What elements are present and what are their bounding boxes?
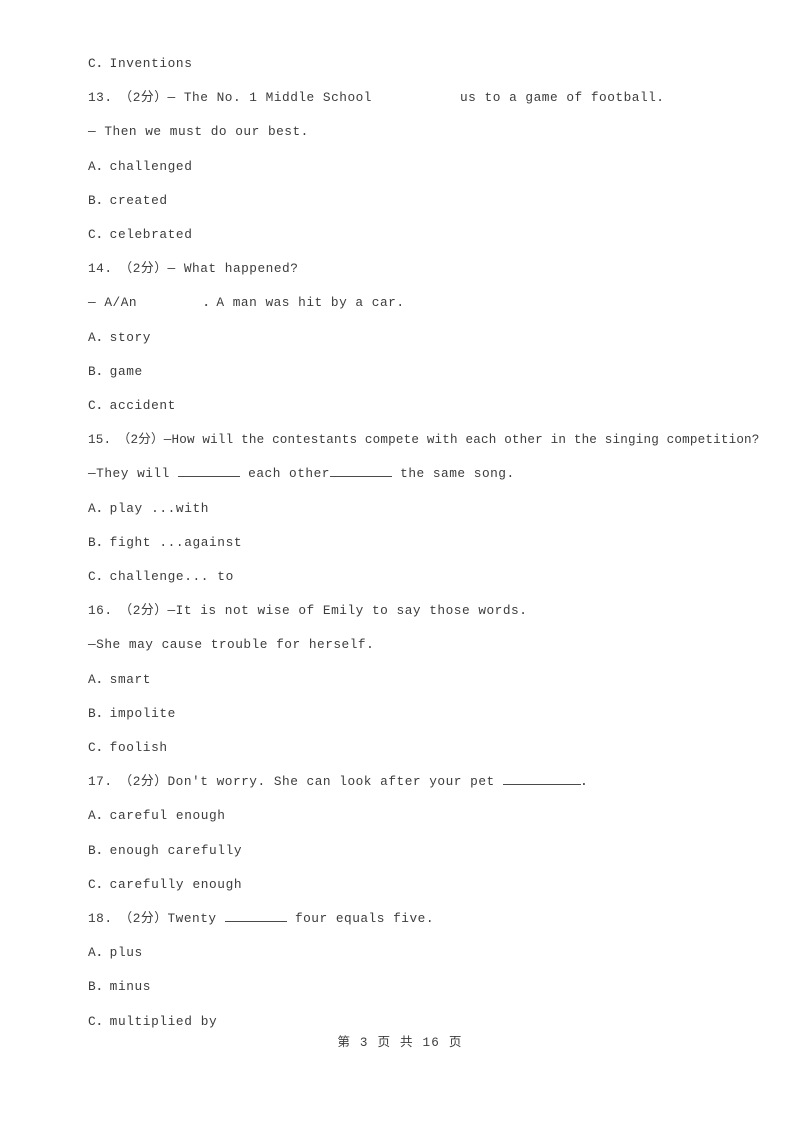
- question-reply: —She may cause trouble for herself.: [88, 637, 375, 653]
- option-item: C．accident: [88, 398, 176, 414]
- option-item: B．created: [88, 192, 168, 208]
- question-reply-suffix: ．A man was hit by a car.: [203, 295, 405, 311]
- question-stem: 17. （2分）Don't worry. She can look after …: [88, 765, 728, 799]
- option-item: A．smart: [88, 671, 152, 687]
- question-reply-part1: —They will: [88, 466, 178, 482]
- option-item: C．carefully enough: [88, 876, 243, 892]
- option-item: B．minus: [88, 979, 152, 995]
- question-stem-suffix: us to a game of football.: [460, 90, 665, 106]
- question-reply: — Then we must do our best.: [88, 124, 309, 140]
- option-item: C．Inventions: [88, 56, 193, 71]
- document-content: C．Inventions 13. （2分）— The No. 1 Middle …: [88, 47, 760, 1039]
- option-item: A．story: [88, 329, 152, 345]
- question-reply: —They will each other the same song.: [88, 457, 728, 491]
- option-item: A．careful enough: [88, 808, 226, 824]
- question-stem: 16. （2分）—It is not wise of Emily to say …: [88, 603, 528, 619]
- question-stem: 18. （2分）Twenty four equals five.: [88, 902, 728, 936]
- question-stem-suffix: ．: [580, 774, 595, 790]
- option-item: A．plus: [88, 945, 143, 961]
- question-reply-part3: the same song.: [391, 466, 515, 482]
- option-item: A．play ...with: [88, 500, 210, 516]
- option-item: B．game: [88, 363, 143, 379]
- answer-blank-underline: [224, 921, 287, 923]
- question-stem-prefix: 13. （2分）— The No. 1 Middle School: [88, 90, 372, 106]
- option-item: B．fight ...against: [88, 534, 243, 550]
- answer-blank-underline: [329, 476, 392, 478]
- option-item: C．foolish: [88, 740, 168, 756]
- question-stem-suffix: four equals five.: [286, 911, 434, 927]
- option-item: B．impolite: [88, 705, 176, 721]
- answer-blank-underline: [177, 476, 240, 478]
- question-reply: — A/An ．A man was hit by a car.: [88, 286, 728, 320]
- option-item: C．challenge... to: [88, 569, 234, 585]
- question-stem: 13. （2分）— The No. 1 Middle School us to a…: [88, 81, 728, 115]
- option-item: A．challenged: [88, 158, 193, 174]
- question-stem-prefix: 18. （2分）Twenty: [88, 911, 225, 927]
- option-item: C．celebrated: [88, 227, 193, 243]
- page-footer: 第 3 页 共 16 页: [337, 1036, 463, 1050]
- question-stem-prefix: 17. （2分）Don't worry. She can look after …: [88, 774, 503, 790]
- option-item: B．enough carefully: [88, 842, 243, 858]
- document-page: C．Inventions 13. （2分）— The No. 1 Middle …: [0, 0, 800, 1132]
- answer-blank-underline: [502, 784, 581, 786]
- question-reply-part2: each other: [239, 466, 330, 482]
- question-stem: 14. （2分）— What happened?: [88, 261, 299, 277]
- question-stem: 15. （2分）—How will the contestants compet…: [88, 433, 760, 448]
- question-reply-prefix: — A/An: [88, 295, 138, 311]
